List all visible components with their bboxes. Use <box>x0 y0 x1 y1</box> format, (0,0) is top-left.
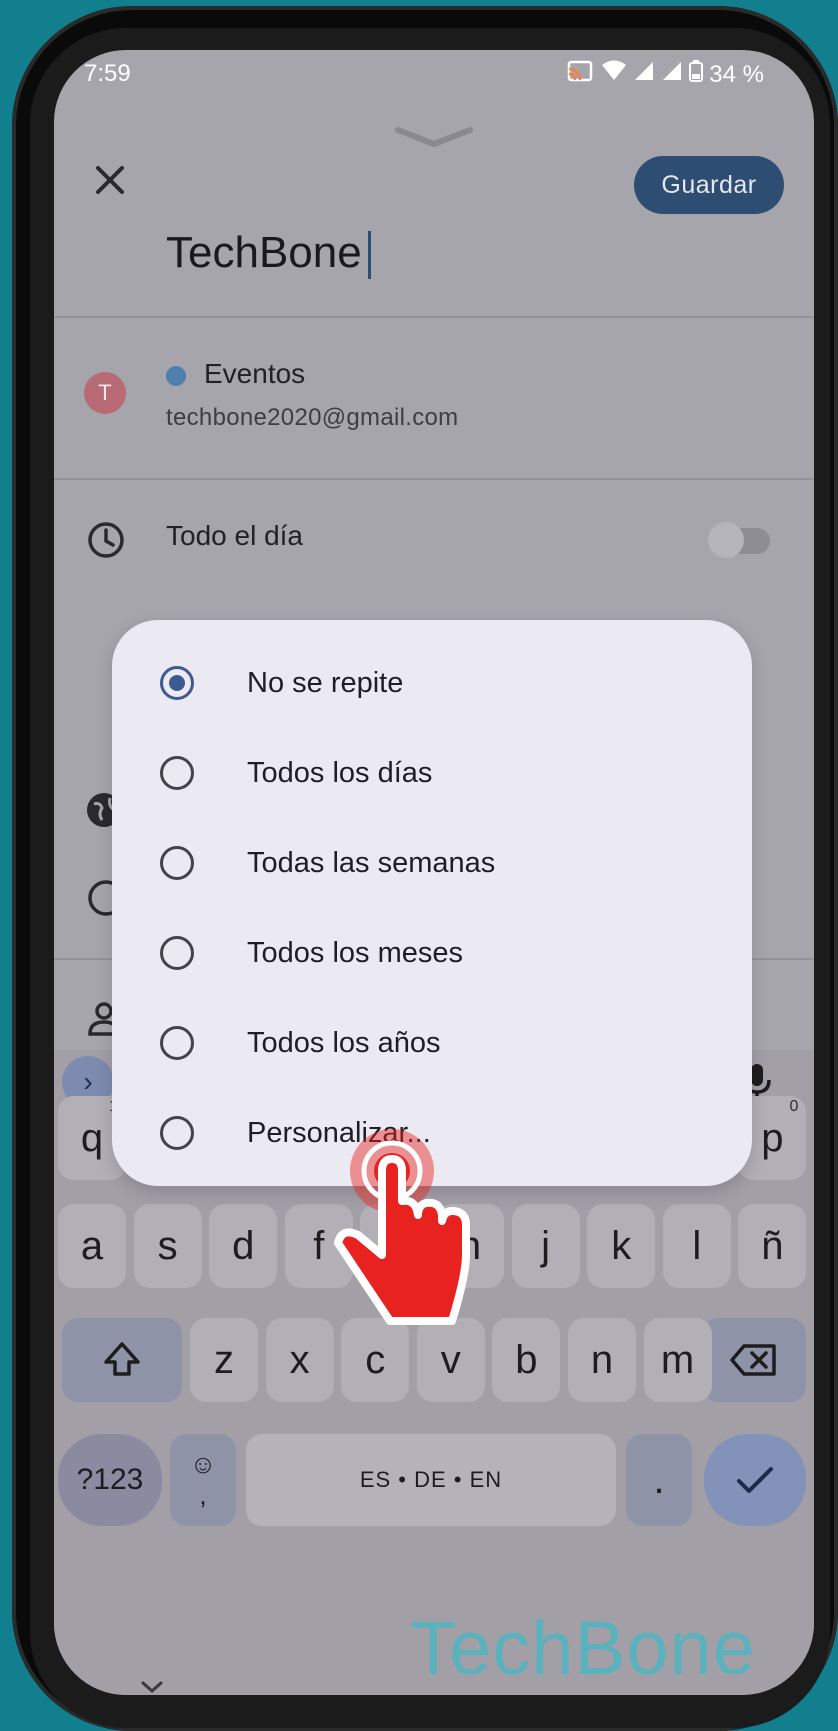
repeat-option[interactable]: Todos los días <box>112 728 752 818</box>
key-j[interactable]: j <box>511 1204 580 1288</box>
repeat-dialog: No se repite Todos los días Todas las sema… <box>112 620 752 1186</box>
sheet-handle-icon[interactable] <box>394 126 474 153</box>
symbols-key[interactable]: ?123 <box>58 1434 162 1526</box>
repeat-option[interactable]: Todos los años <box>112 998 752 1088</box>
period-key[interactable]: . <box>626 1434 692 1526</box>
repeat-option[interactable]: Todos los meses <box>112 908 752 998</box>
close-icon[interactable] <box>90 160 130 205</box>
status-time: 7:59 <box>84 60 131 87</box>
repeat-option-label: Todos los meses <box>247 936 463 969</box>
key-l[interactable]: l <box>662 1204 731 1288</box>
key-z[interactable]: z <box>190 1318 258 1402</box>
key-label: a <box>80 1223 104 1268</box>
key-label: q <box>80 1115 104 1160</box>
key-b[interactable]: b <box>492 1318 561 1402</box>
all-day-toggle-thumb <box>708 522 744 558</box>
key-label: p <box>761 1115 784 1160</box>
battery-icon <box>689 60 704 89</box>
status-bar: 7:59 34 % <box>54 50 814 120</box>
key-label: x <box>289 1337 310 1382</box>
key-label: j <box>541 1223 551 1268</box>
key-label: b <box>515 1337 538 1382</box>
key-m[interactable]: m <box>643 1318 712 1402</box>
comma-label: , <box>199 1480 207 1510</box>
key-label: ñ <box>761 1223 784 1268</box>
divider <box>54 316 814 318</box>
calendar-color-dot <box>166 366 186 386</box>
radio-unselected-icon[interactable] <box>160 846 194 880</box>
save-button[interactable]: Guardar <box>634 156 784 214</box>
key-d[interactable]: d <box>209 1204 278 1288</box>
key-ñ[interactable]: ñ <box>738 1204 807 1288</box>
text-cursor <box>367 231 371 280</box>
all-day-label: Todo el día <box>166 520 303 551</box>
battery-percent: 34 % <box>709 60 764 88</box>
clock-icon <box>86 520 126 565</box>
key-label: k <box>611 1223 632 1268</box>
key-number-hint: 0 <box>789 1098 799 1115</box>
calendar-email: techbone2020@gmail.com <box>166 404 459 431</box>
signal-roaming-icon <box>661 60 683 89</box>
space-key[interactable]: ES • DE • EN <box>246 1434 616 1526</box>
repeat-option-label: No se repite <box>247 666 404 699</box>
avatar: T <box>84 372 126 414</box>
calendar-name[interactable]: Eventos <box>204 358 305 390</box>
key-label: z <box>214 1337 234 1382</box>
key-label: s <box>157 1223 178 1268</box>
key-label: l <box>692 1223 702 1268</box>
chevron-down-icon[interactable] <box>140 1680 164 1695</box>
watermark: TechBone <box>410 1606 757 1691</box>
emoji-icon: ☺ <box>189 1449 217 1479</box>
key-n[interactable]: n <box>568 1318 636 1402</box>
cast-icon <box>567 60 595 89</box>
key-label: d <box>232 1223 255 1268</box>
radio-unselected-icon[interactable] <box>160 1026 194 1060</box>
backspace-key[interactable] <box>702 1318 806 1402</box>
event-title-input[interactable]: TechBone <box>166 228 371 280</box>
divider <box>54 478 814 480</box>
tap-hand-icon <box>320 1125 480 1350</box>
repeat-option-label: Todas las semanas <box>247 846 496 879</box>
radio-selected-icon[interactable] <box>160 666 194 700</box>
status-icons: 34 % <box>567 60 764 89</box>
key-s[interactable]: s <box>133 1204 202 1288</box>
signal-icon <box>633 60 655 89</box>
done-key[interactable] <box>704 1434 806 1526</box>
wifi-icon <box>601 60 627 89</box>
repeat-option[interactable]: Todas las semanas <box>112 818 752 908</box>
repeat-option-label: Todos los días <box>247 756 433 789</box>
key-label: m <box>660 1337 695 1382</box>
shift-key[interactable] <box>62 1318 182 1402</box>
radio-unselected-icon[interactable] <box>160 1116 194 1150</box>
key-label: n <box>590 1337 614 1382</box>
key-a[interactable]: a <box>58 1204 126 1288</box>
repeat-option-label: Todos los años <box>247 1026 441 1059</box>
repeat-option[interactable]: No se repite <box>112 638 752 728</box>
emoji-comma-key[interactable]: ☺ , <box>170 1434 236 1526</box>
key-k[interactable]: k <box>587 1204 656 1288</box>
radio-unselected-icon[interactable] <box>160 756 194 790</box>
radio-unselected-icon[interactable] <box>160 936 194 970</box>
event-title-value: TechBone <box>166 228 362 277</box>
